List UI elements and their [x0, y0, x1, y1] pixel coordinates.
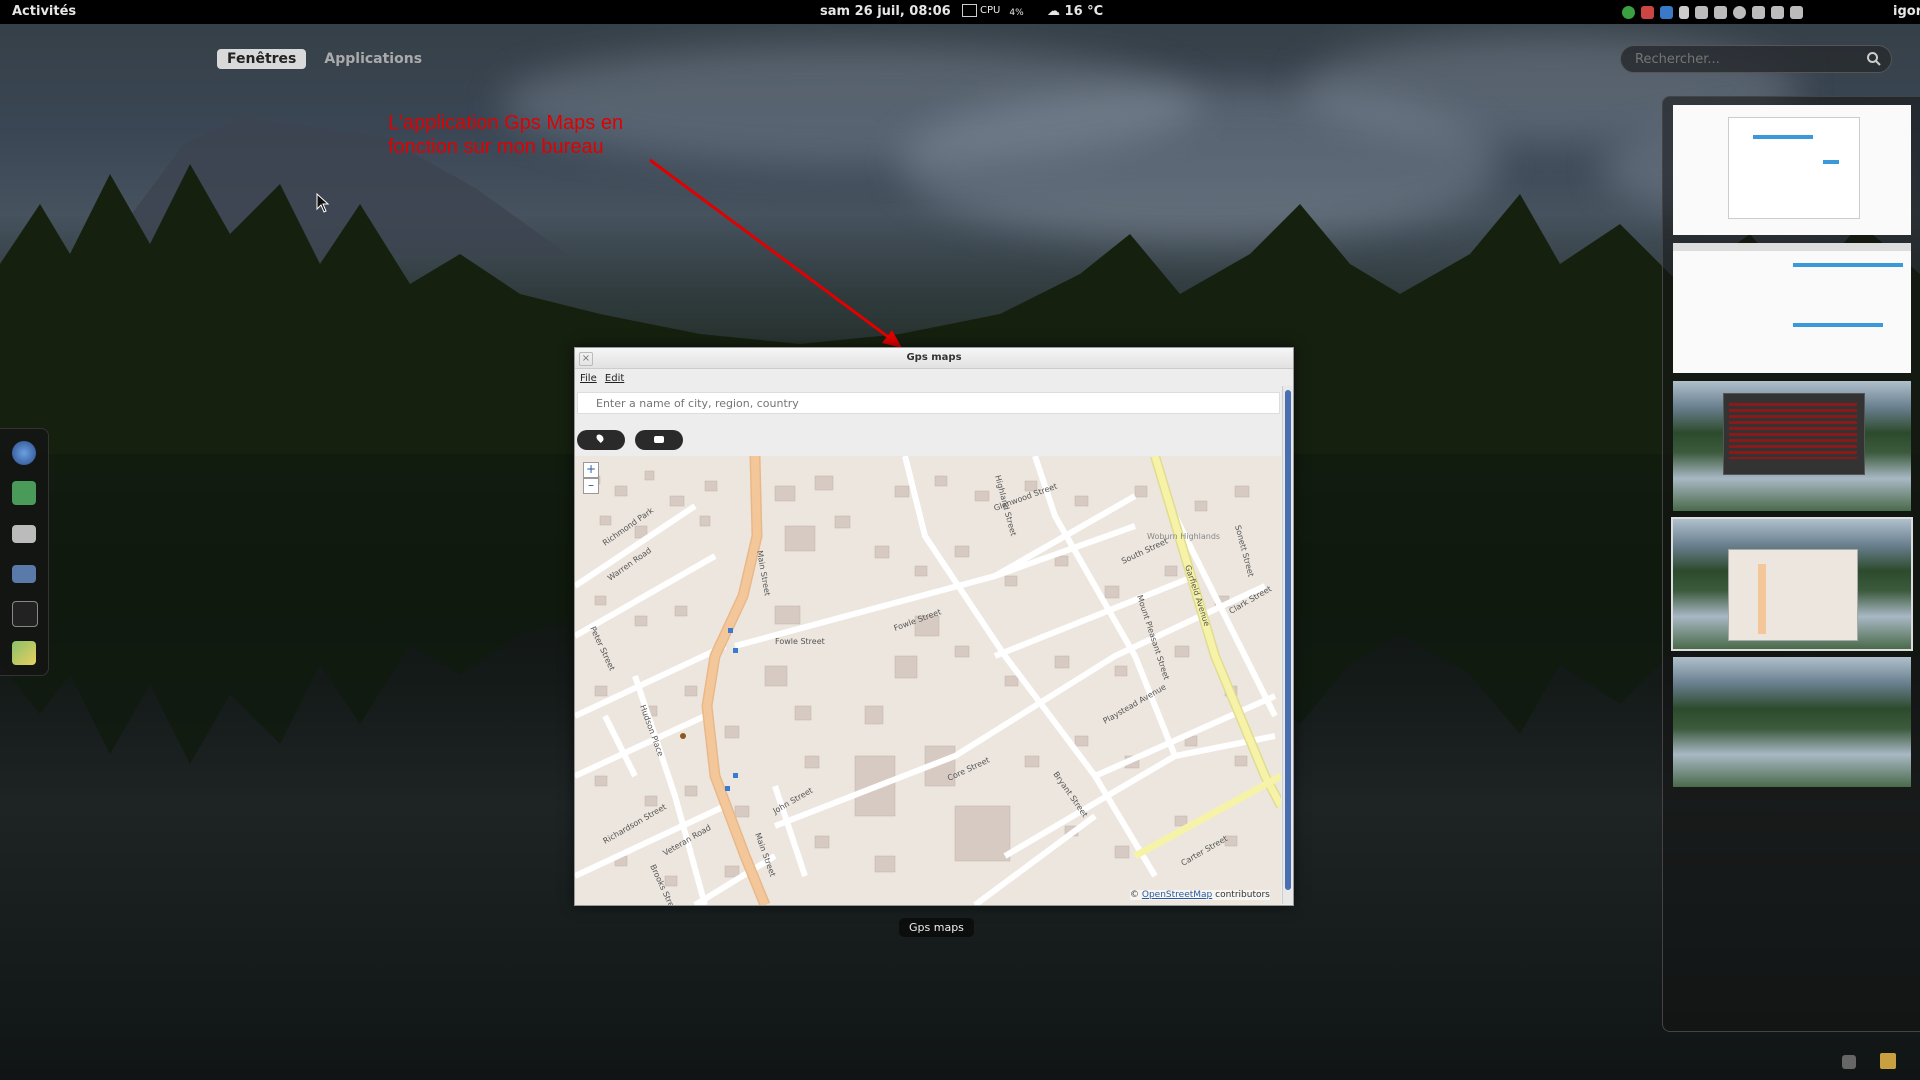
map-attribution: © OpenStreetMap contributors — [1130, 890, 1270, 900]
workspace-switcher — [1662, 96, 1920, 1032]
volume-icon[interactable] — [1752, 5, 1765, 19]
bus-stop-icon — [733, 773, 738, 778]
menu-bar: File Edit — [575, 369, 1293, 389]
location-pin-icon — [595, 433, 605, 443]
layers-icon — [654, 436, 664, 443]
map-view[interactable]: Main Street Main Street Fowle Street Fow… — [575, 456, 1281, 905]
user-menu[interactable]: igor — [1893, 4, 1920, 19]
window-titlebar[interactable]: × Gps maps — [575, 348, 1293, 369]
power-icon[interactable] — [1771, 5, 1784, 19]
system-tray — [1622, 2, 1803, 22]
weather-indicator[interactable]: ☁ 16 °C — [1047, 4, 1103, 19]
activities-button[interactable]: Activités — [12, 4, 76, 19]
menu-edit[interactable]: Edit — [605, 373, 624, 384]
display-icon[interactable] — [12, 565, 36, 583]
clock[interactable]: sam 26 juil, 08:06 — [820, 4, 951, 19]
bus-stop-icon — [725, 786, 730, 791]
network-icon[interactable] — [1660, 5, 1673, 19]
update-icon[interactable] — [1622, 5, 1635, 19]
weather-temperature: 16 °C — [1064, 4, 1104, 19]
street-label: Carter Street — [1180, 834, 1230, 868]
city-search-input[interactable] — [577, 392, 1280, 414]
zoom-out-button[interactable]: – — [583, 478, 599, 494]
gps-maps-icon[interactable] — [12, 641, 36, 665]
calendar-icon[interactable] — [1641, 5, 1654, 19]
maps-icon[interactable] — [12, 481, 36, 505]
bus-stop-icon — [733, 648, 738, 653]
download-icon[interactable] — [1695, 5, 1708, 19]
window-caption: Gps maps — [899, 918, 974, 937]
zoom-in-button[interactable]: + — [583, 462, 599, 478]
cpu-value: 4% — [1009, 8, 1024, 18]
files-icon[interactable] — [12, 525, 36, 543]
notification-icon[interactable] — [1880, 1053, 1896, 1069]
street-label: Peter Street — [588, 625, 616, 672]
mouse-cursor-icon — [316, 193, 330, 213]
workspace-thumbnail[interactable] — [1673, 381, 1911, 511]
eject-icon[interactable] — [1679, 5, 1689, 19]
top-bar: Activités sam 26 juil, 08:06 CPU 4% ☁ 16… — [0, 0, 1920, 24]
street-label: Woburn Highlands — [1147, 532, 1220, 541]
workspace-thumbnail-active[interactable] — [1671, 517, 1913, 651]
cpu-label: CPU — [980, 4, 1001, 16]
street-label: Sonett Street — [1233, 524, 1255, 578]
scrollbar-thumb[interactable] — [1285, 390, 1291, 890]
map-canvas[interactable]: Main Street Main Street Fowle Street Fow… — [575, 456, 1281, 905]
street-label: Main Street — [755, 550, 772, 597]
menu-file[interactable]: File — [580, 373, 597, 384]
search-icon — [1867, 52, 1881, 66]
tab-windows[interactable]: Fenêtres — [217, 49, 307, 69]
cloud-icon: ☁ — [1047, 4, 1060, 19]
bus-stop-icon — [728, 628, 733, 633]
cpu-monitor[interactable]: CPU 4% — [962, 2, 1024, 18]
poi-icon — [680, 733, 686, 739]
window-title: Gps maps — [906, 352, 962, 363]
openstreetmap-link[interactable]: OpenStreetMap — [1142, 890, 1212, 900]
workspace-thumbnail[interactable] — [1673, 657, 1911, 787]
gps-maps-window[interactable]: × Gps maps File Edit Enter a name of cit… — [574, 347, 1294, 906]
browser-icon[interactable] — [12, 441, 36, 465]
scrollbar[interactable] — [1282, 386, 1293, 904]
marker-button[interactable] — [577, 430, 625, 450]
overview-search-input[interactable] — [1620, 45, 1892, 73]
drive-icon[interactable] — [1714, 5, 1727, 19]
street-label: Fowle Street — [775, 637, 825, 646]
chat-icon[interactable] — [1790, 5, 1803, 19]
workspace-thumbnail[interactable] — [1673, 105, 1911, 235]
workspace-thumbnail[interactable] — [1673, 243, 1911, 373]
annotation-text: L'application Gps Maps en fonction sur m… — [388, 112, 624, 158]
cpu-icon — [962, 3, 977, 17]
street-label: Bryant Street — [1051, 770, 1089, 819]
street-label: Veteran Road — [662, 823, 713, 858]
dash — [0, 428, 49, 676]
accessibility-icon[interactable] — [1733, 5, 1746, 19]
overview-tabs: Fenêtres Applications — [217, 49, 432, 69]
terminal-icon[interactable] — [12, 601, 38, 627]
tab-applications[interactable]: Applications — [314, 49, 432, 69]
layers-button[interactable] — [635, 430, 683, 450]
message-tray-icon[interactable] — [1842, 1055, 1856, 1069]
